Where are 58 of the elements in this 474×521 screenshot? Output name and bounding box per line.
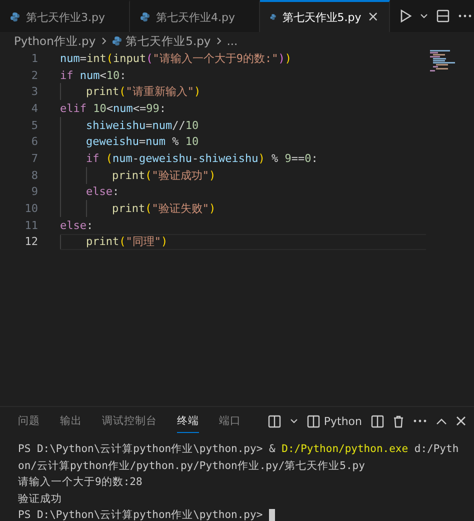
line-number: 11 xyxy=(24,218,39,232)
more-icon[interactable] xyxy=(458,14,472,18)
editor-tab[interactable]: 第七天作业5.py × xyxy=(260,0,390,32)
terminal-line: PS D:\Python\云计算python作业\python.py> xyxy=(18,508,264,521)
split-terminal-icon[interactable] xyxy=(371,414,384,428)
code-line: print("同理") xyxy=(86,234,168,250)
code-line: elif 10<num<=99: xyxy=(60,102,166,115)
code-line: print("请重新输入") xyxy=(86,84,201,100)
code-line: shiweishu=num//10 xyxy=(86,118,199,132)
panel-tab[interactable]: 输出 xyxy=(60,410,82,432)
line-number: 12 xyxy=(24,235,39,248)
python-file-icon xyxy=(270,12,276,22)
python-file-icon xyxy=(140,12,150,22)
terminal-line: on/云计算python作业/python.py/Python作业.py/第七天作业5.py xyxy=(18,458,365,473)
trash-icon[interactable] xyxy=(393,414,404,428)
breadcrumb[interactable]: ... xyxy=(226,34,238,48)
line-number: 4 xyxy=(30,102,39,115)
line-number: 5 xyxy=(30,118,39,132)
line-number: 6 xyxy=(30,135,39,148)
caret-icon[interactable] xyxy=(420,13,428,19)
terminal-line: 验证成功 xyxy=(18,492,62,506)
code-line: else: xyxy=(86,185,120,198)
line-number: 7 xyxy=(30,152,39,165)
split-icon xyxy=(306,414,320,428)
breadcrumb[interactable]: 第七天作业5.py xyxy=(126,34,211,48)
split-editor-icon[interactable] xyxy=(436,9,450,23)
python-file-icon xyxy=(10,12,20,22)
code-line: num=int(input("请输入一个大于9的数:")) xyxy=(60,50,292,66)
line-number: 3 xyxy=(30,85,39,98)
line-number: 8 xyxy=(30,168,39,182)
breadcrumb[interactable]: Python作业.py xyxy=(14,34,96,48)
run-icon[interactable] xyxy=(400,9,412,23)
chevron-up-icon[interactable] xyxy=(436,418,447,424)
chevron-icon xyxy=(214,37,223,45)
close-icon[interactable] xyxy=(456,416,466,426)
line-number: 10 xyxy=(24,202,39,216)
code-line: print("验证成功") xyxy=(112,168,216,183)
layout-icon[interactable] xyxy=(268,414,281,428)
code-line: else: xyxy=(60,218,94,232)
terminal-selector[interactable]: Python xyxy=(306,414,362,428)
line-number: 9 xyxy=(30,185,39,198)
terminal-line: 请输入一个大于9的数:28 xyxy=(18,475,142,490)
panel-tab[interactable]: 终端 xyxy=(177,410,199,432)
code-line: if num<10: xyxy=(60,68,126,82)
terminal-line: PS D:\Python\云计算python作业\python.py> & D:/Python/python.exe d:/Pyth xyxy=(18,442,459,456)
code-line: print("验证失败") xyxy=(112,201,216,216)
panel-tab[interactable]: 问题 xyxy=(18,410,40,432)
panel-tab[interactable]: 端口 xyxy=(219,410,241,432)
line-number: 1 xyxy=(30,52,39,65)
line-number: 2 xyxy=(30,68,39,82)
chevron-icon xyxy=(100,37,108,45)
more-icon[interactable] xyxy=(413,419,427,423)
panel-tab[interactable]: 调试控制台 xyxy=(102,410,157,432)
python-file-icon xyxy=(112,36,122,46)
caret-icon[interactable] xyxy=(290,418,298,424)
close-icon[interactable]: × xyxy=(367,9,379,25)
code-line: if (num-geweishu-shiweishu) % 9==0: xyxy=(86,152,318,165)
code-line: geweishu=num % 10 xyxy=(86,135,199,148)
